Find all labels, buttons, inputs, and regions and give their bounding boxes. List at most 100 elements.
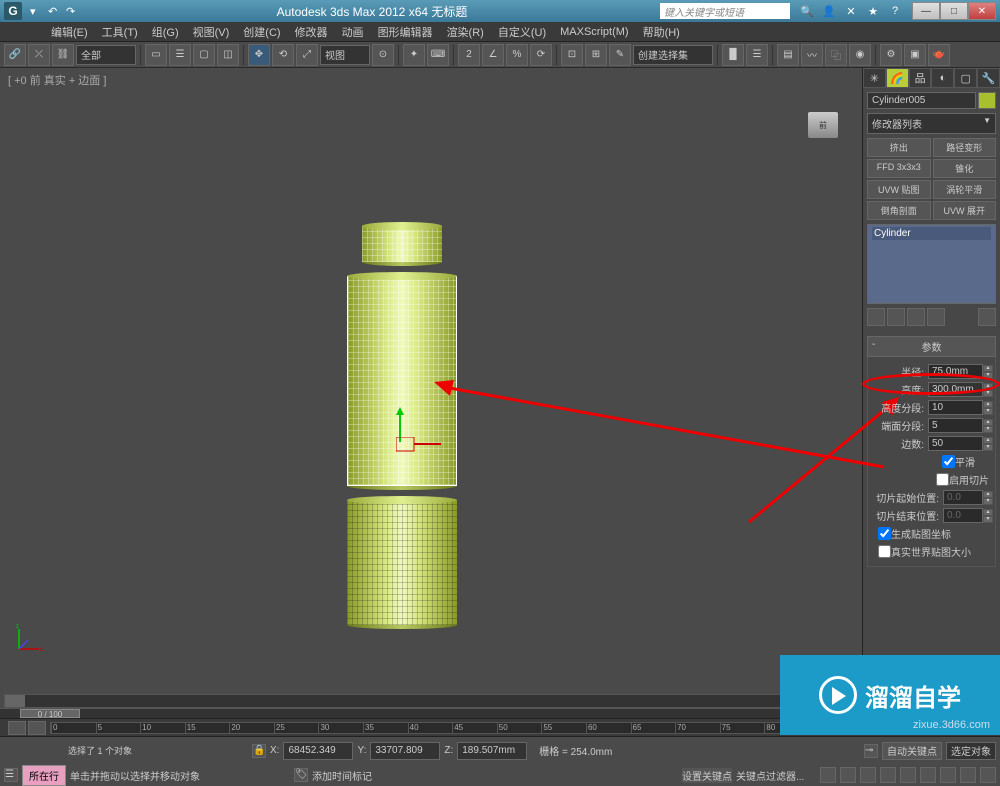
tab-hierarchy-icon[interactable]: 品 bbox=[909, 68, 932, 88]
keyfilter-button[interactable]: 关键点过滤器... bbox=[736, 768, 816, 783]
mini-curve-icon[interactable] bbox=[8, 721, 26, 735]
unlink-icon[interactable]: ⤫ bbox=[28, 44, 50, 66]
menu-graph[interactable]: 图形编辑器 bbox=[372, 22, 439, 42]
radius-input[interactable]: 75.0mm bbox=[928, 364, 983, 379]
menu-group[interactable]: 组(G) bbox=[146, 22, 185, 42]
tab-modify-icon[interactable]: 🌈 bbox=[886, 68, 909, 88]
sides-spinner[interactable]: ▴▾ bbox=[983, 437, 993, 451]
material-icon[interactable]: ◉ bbox=[849, 44, 871, 66]
favorite-icon[interactable]: ★ bbox=[866, 4, 880, 18]
play-start-icon[interactable] bbox=[820, 767, 836, 783]
pivot-icon[interactable]: ⊙ bbox=[372, 44, 394, 66]
viewcube[interactable]: 前 bbox=[808, 112, 838, 138]
nav4-icon[interactable] bbox=[980, 767, 996, 783]
stack-pin-icon[interactable] bbox=[867, 308, 885, 326]
undo-icon[interactable]: ↶ bbox=[48, 5, 66, 18]
x-input[interactable]: 68452.349 bbox=[283, 742, 353, 760]
play-next-icon[interactable] bbox=[880, 767, 896, 783]
mod-btn-uvwmap[interactable]: UVW 贴图 bbox=[867, 180, 931, 199]
cseg-input[interactable]: 5 bbox=[928, 418, 983, 433]
stack-show-icon[interactable] bbox=[887, 308, 905, 326]
slice-checkbox[interactable] bbox=[936, 473, 949, 486]
nav3-icon[interactable] bbox=[960, 767, 976, 783]
snap-percent-icon[interactable]: % bbox=[506, 44, 528, 66]
menu-help[interactable]: 帮助(H) bbox=[637, 22, 686, 42]
timetag-field[interactable]: 添加时间标记 bbox=[312, 768, 678, 783]
lock-icon[interactable]: 🔒 bbox=[252, 744, 266, 758]
tab-create-icon[interactable]: ✳ bbox=[863, 68, 886, 88]
snap3-icon[interactable]: ✎ bbox=[609, 44, 631, 66]
select-icon[interactable]: ▭ bbox=[145, 44, 167, 66]
tab-motion-icon[interactable]: ◐ bbox=[931, 68, 954, 88]
viewport-label[interactable]: [ +0 前 真实 + 边面 ] bbox=[0, 68, 862, 92]
mod-btn-bevelprofile[interactable]: 倒角剖面 bbox=[867, 201, 931, 220]
hseg-input[interactable]: 10 bbox=[928, 400, 983, 415]
listener-icon[interactable]: ☰ bbox=[4, 768, 18, 782]
stack-config-icon[interactable] bbox=[978, 308, 996, 326]
realworld-checkbox[interactable] bbox=[878, 545, 891, 558]
mirror-icon[interactable]: ▐▌ bbox=[722, 44, 744, 66]
render-setup-icon[interactable]: ⚙ bbox=[880, 44, 902, 66]
menu-edit[interactable]: 编辑(E) bbox=[45, 22, 94, 42]
help-search-input[interactable]: 键入关键字或短语 bbox=[660, 3, 790, 19]
smooth-checkbox[interactable] bbox=[942, 455, 955, 468]
selset-combo[interactable]: 选定对象 bbox=[946, 742, 996, 760]
nowline-button[interactable]: 所在行 bbox=[22, 765, 66, 786]
menu-customize[interactable]: 自定义(U) bbox=[492, 22, 552, 42]
mod-btn-ffd[interactable]: FFD 3x3x3 bbox=[867, 159, 931, 178]
radius-spinner[interactable]: ▴▾ bbox=[983, 365, 993, 379]
render-icon[interactable]: 🫖 bbox=[928, 44, 950, 66]
spinner-snap-icon[interactable]: ⟳ bbox=[530, 44, 552, 66]
snap1-icon[interactable]: ⊡ bbox=[561, 44, 583, 66]
move-icon[interactable]: ✥ bbox=[248, 44, 270, 66]
z-input[interactable]: 189.507mm bbox=[457, 742, 527, 760]
viewport[interactable]: 前 z x bbox=[4, 92, 858, 694]
play-icon[interactable] bbox=[860, 767, 876, 783]
menu-tools[interactable]: 工具(T) bbox=[96, 22, 144, 42]
exchange-icon[interactable]: ✕ bbox=[844, 4, 858, 18]
selection-filter-combo[interactable]: 全部 bbox=[76, 45, 136, 65]
help-icon[interactable]: ? bbox=[888, 4, 902, 18]
curve-editor-icon[interactable]: 〰 bbox=[801, 44, 823, 66]
qat-icon[interactable]: ▾ bbox=[30, 5, 48, 18]
close-button[interactable]: ✕ bbox=[968, 2, 996, 20]
ref-coord-combo[interactable]: 视图 bbox=[320, 45, 370, 65]
stack-unique-icon[interactable] bbox=[907, 308, 925, 326]
maximize-button[interactable]: □ bbox=[940, 2, 968, 20]
minimize-button[interactable]: — bbox=[912, 2, 940, 20]
mini-curve2-icon[interactable] bbox=[28, 721, 46, 735]
menu-modifiers[interactable]: 修改器 bbox=[289, 22, 334, 42]
menu-maxscript[interactable]: MAXScript(M) bbox=[554, 24, 634, 40]
mod-btn-taper[interactable]: 锥化 bbox=[933, 159, 997, 178]
key-toggle-icon[interactable]: ⊸ bbox=[864, 744, 878, 758]
tab-display-icon[interactable]: ▢ bbox=[954, 68, 977, 88]
snap-angle-icon[interactable]: ∠ bbox=[482, 44, 504, 66]
genuv-checkbox[interactable] bbox=[878, 527, 891, 540]
snap2-icon[interactable]: ⊞ bbox=[585, 44, 607, 66]
link-icon[interactable]: 🔗 bbox=[4, 44, 26, 66]
render-frame-icon[interactable]: ▣ bbox=[904, 44, 926, 66]
setkey-button[interactable]: 设置关键点 bbox=[682, 768, 732, 783]
height-spinner[interactable]: ▴▾ bbox=[983, 383, 993, 397]
stack-remove-icon[interactable] bbox=[927, 308, 945, 326]
manip-icon[interactable]: ✦ bbox=[403, 44, 425, 66]
mod-btn-pathdeform[interactable]: 路径变形 bbox=[933, 138, 997, 157]
select-rect-icon[interactable]: ▢ bbox=[193, 44, 215, 66]
layers-icon[interactable]: ▤ bbox=[777, 44, 799, 66]
bind-icon[interactable]: ⛓ bbox=[52, 44, 74, 66]
mod-btn-extrude[interactable]: 挤出 bbox=[867, 138, 931, 157]
menu-render[interactable]: 渲染(R) bbox=[441, 22, 490, 42]
object-name-input[interactable]: Cylinder005 bbox=[867, 92, 976, 109]
time-slider-knob[interactable]: 0 / 100 bbox=[20, 709, 80, 718]
window-crossing-icon[interactable]: ◫ bbox=[217, 44, 239, 66]
height-input[interactable]: 300.0mm bbox=[928, 382, 983, 397]
cseg-spinner[interactable]: ▴▾ bbox=[983, 419, 993, 433]
sliceto-input[interactable]: 0.0 bbox=[943, 508, 983, 523]
named-selset-combo[interactable]: 创建选择集 bbox=[633, 45, 713, 65]
timetag-icon[interactable]: 🏷 bbox=[294, 768, 308, 782]
modifier-list-combo[interactable]: 修改器列表 bbox=[867, 113, 996, 134]
sliceto-spinner[interactable]: ▴▾ bbox=[983, 509, 993, 523]
tab-utilities-icon[interactable]: 🔧 bbox=[977, 68, 1000, 88]
sides-input[interactable]: 50 bbox=[928, 436, 983, 451]
mod-btn-turbosmooth[interactable]: 涡轮平滑 bbox=[933, 180, 997, 199]
